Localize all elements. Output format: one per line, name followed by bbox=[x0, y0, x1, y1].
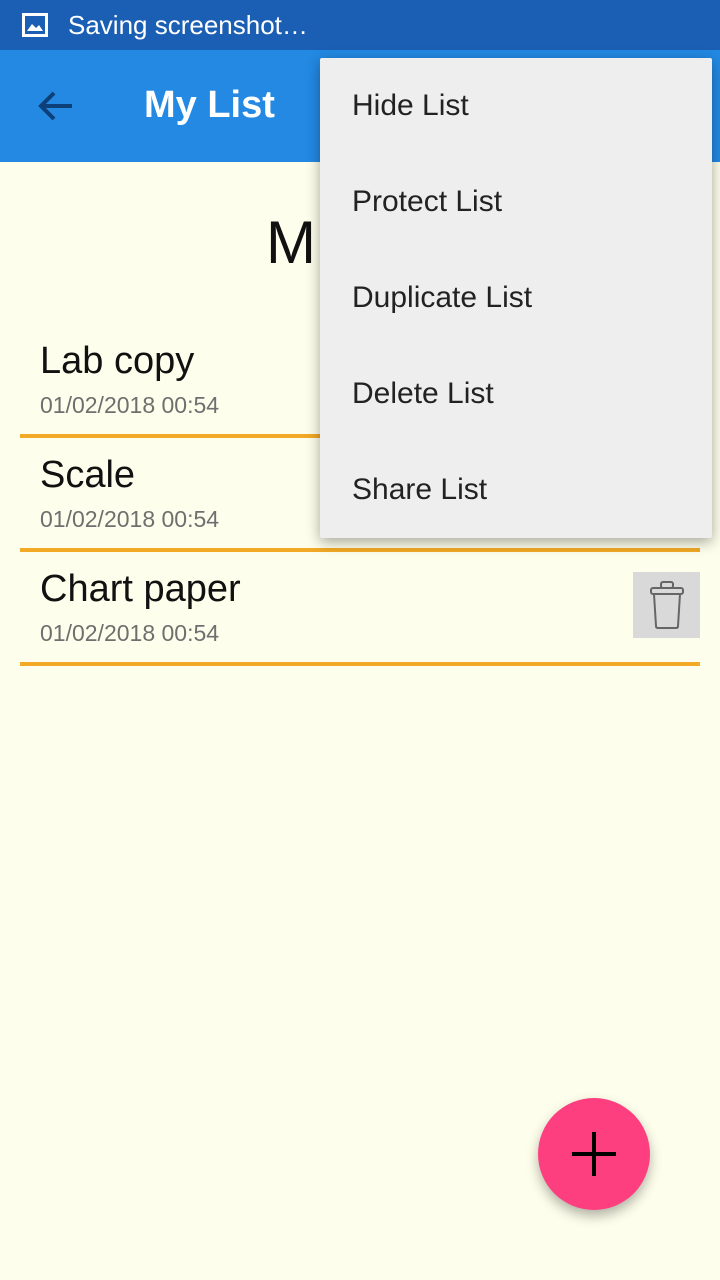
list-item[interactable]: Chart paper 01/02/2018 00:54 bbox=[20, 558, 700, 666]
item-name: Chart paper bbox=[40, 568, 241, 610]
item-name: Scale bbox=[40, 454, 136, 496]
arrow-back-icon[interactable] bbox=[36, 86, 76, 126]
status-bar: Saving screenshot… bbox=[0, 0, 720, 50]
add-item-button[interactable] bbox=[538, 1098, 650, 1210]
list-heading: M bbox=[266, 209, 316, 276]
page-title: My List bbox=[144, 84, 275, 126]
status-text: Saving screenshot… bbox=[68, 10, 308, 40]
menu-item-duplicate-list[interactable]: Duplicate List bbox=[320, 250, 712, 346]
menu-item-hide-list[interactable]: Hide List bbox=[320, 58, 712, 154]
plus-icon bbox=[572, 1132, 616, 1176]
item-date: 01/02/2018 00:54 bbox=[40, 506, 220, 532]
item-date: 01/02/2018 00:54 bbox=[40, 392, 220, 418]
image-icon bbox=[22, 13, 48, 42]
menu-item-share-list[interactable]: Share List bbox=[320, 442, 712, 538]
overflow-menu: Hide List Protect List Duplicate List De… bbox=[320, 58, 712, 538]
menu-item-delete-list[interactable]: Delete List bbox=[320, 346, 712, 442]
menu-item-protect-list[interactable]: Protect List bbox=[320, 154, 712, 250]
trash-icon bbox=[649, 581, 684, 629]
item-name: Lab copy bbox=[40, 340, 195, 382]
item-date: 01/02/2018 00:54 bbox=[40, 620, 220, 646]
delete-item-button[interactable] bbox=[633, 572, 700, 638]
